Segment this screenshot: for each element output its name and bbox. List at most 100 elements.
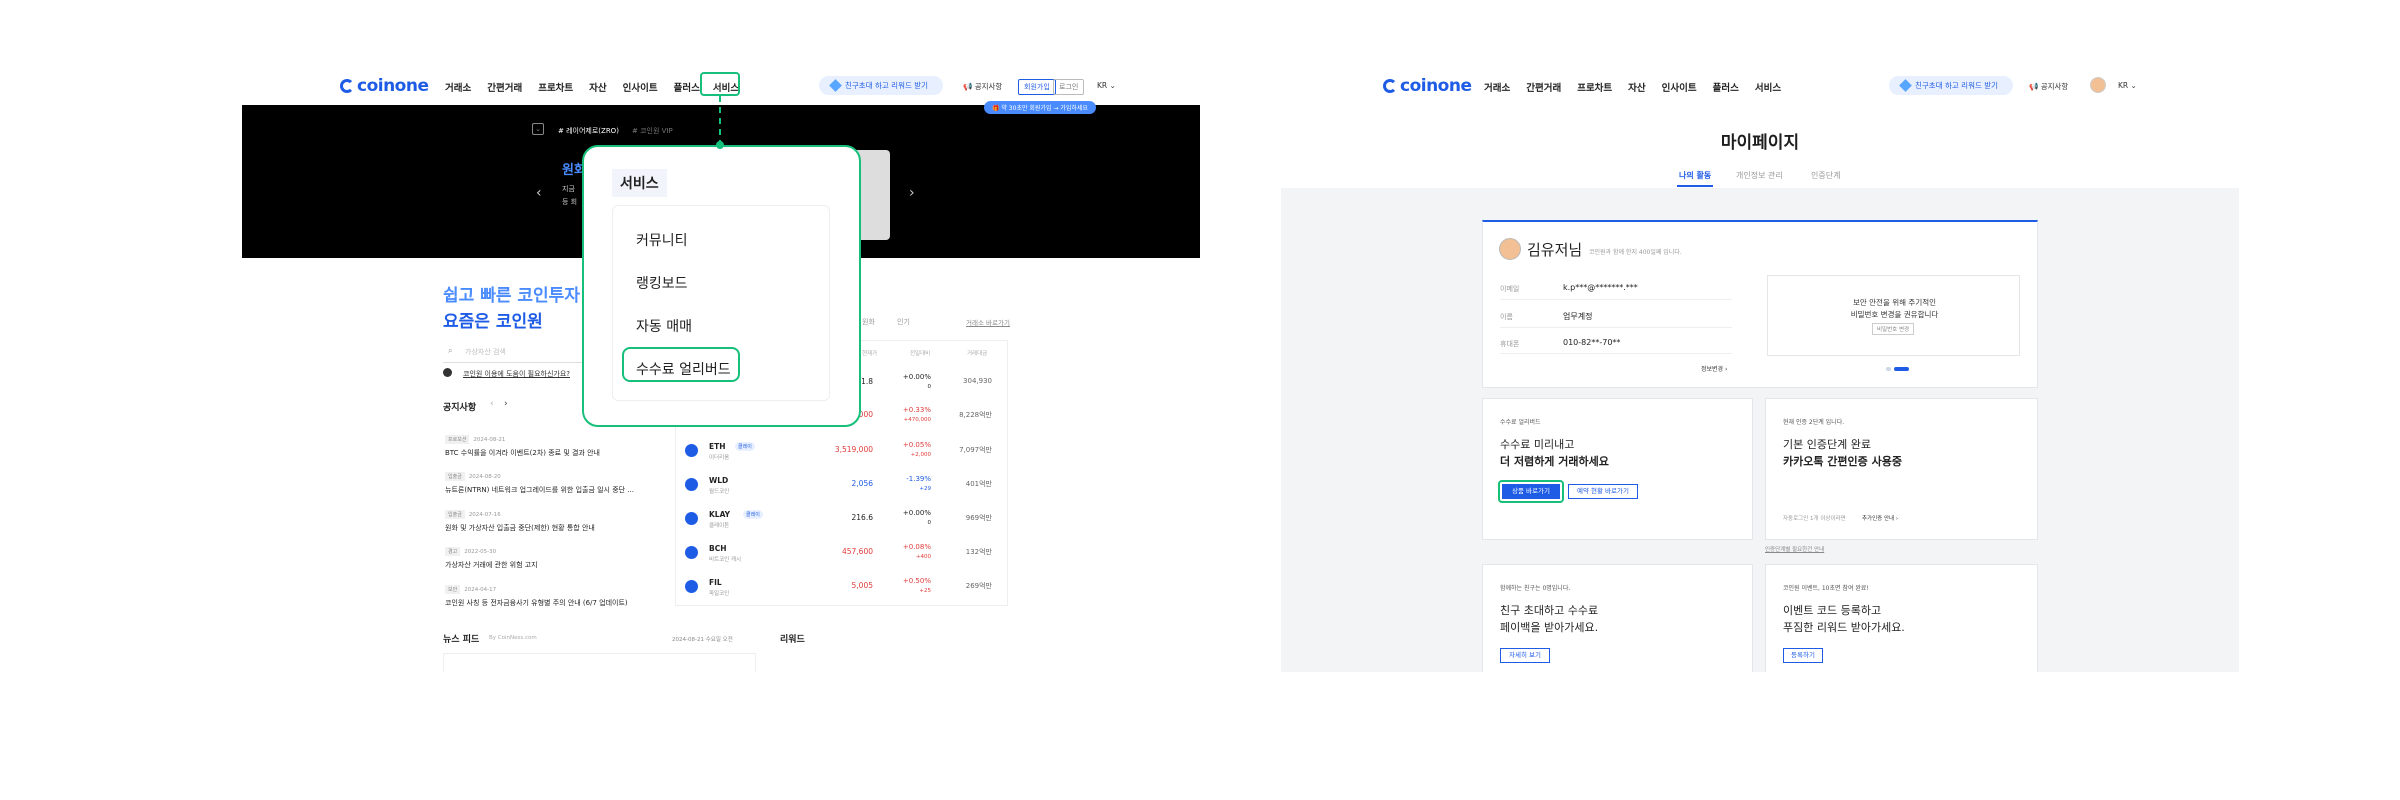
nav-exchange[interactable]: 거래소 [1484, 80, 1510, 94]
banner-collapse-icon[interactable]: ⌄ [532, 123, 544, 135]
login-button[interactable]: 로그인 [1053, 79, 1085, 95]
nav-easy-trade[interactable]: 간편거래 [1526, 80, 1561, 94]
nav-assets[interactable]: 자산 [1628, 80, 1645, 94]
news-feed-box [443, 653, 756, 672]
coin-row[interactable]: WLD 월드코인 2,056 -1.39% +29 401억만 [675, 469, 1008, 501]
nav-service[interactable]: 서비스 [1755, 80, 1781, 94]
invite-pill[interactable]: 친구초대 하고 리워드 받기 [1889, 76, 2013, 95]
carousel-dot-active[interactable] [1894, 367, 1909, 371]
event-card-line-1: 이벤트 코드 등록하고 [1783, 604, 1882, 617]
edit-info-link[interactable]: 정보변경 › [1701, 364, 1727, 373]
search-input[interactable]: ⌕ 가상자산 검색 [443, 341, 593, 363]
tab-auth-level[interactable]: 인증단계 [1811, 170, 1840, 181]
hero-line-2: 요즘은 코인원 [443, 312, 543, 332]
coin-name: 클레이튼 [709, 523, 730, 529]
coin-icon [685, 478, 698, 491]
service-dropdown: 서비스 커뮤니티 랭킹보드 자동 매매 수수료 얼리버드 [582, 145, 861, 427]
user-avatar-large [1499, 238, 1521, 260]
notice-date: 2024-04-17 [464, 587, 497, 593]
exchange-link[interactable]: 거래소 바로가기 [966, 317, 1010, 327]
notice-row[interactable]: 입출금 2024-08-20 뉴트론(NTRN) 네트워크 업그레이드를 위한 입출… [445, 463, 634, 495]
auth-guide-link[interactable]: 추가인증 안내 › [1862, 514, 1898, 522]
menu-item-auto-trade[interactable]: 자동 매매 [636, 316, 692, 336]
main-nav: 거래소 간편거래 프로차트 자산 인사이트 플러스 서비스 [445, 80, 739, 94]
coin-change: +0.50% [902, 577, 931, 585]
coin-volume: 969억만 [965, 514, 992, 522]
coin-name: 파일코인 [709, 591, 730, 597]
invite-pill[interactable]: 친구초대 하고 리워드 받기 [819, 76, 943, 95]
nav-pro-chart[interactable]: 프로차트 [538, 80, 573, 94]
col-volume: 거래대금 [967, 351, 988, 357]
carousel-dot[interactable] [1886, 367, 1891, 371]
coin-change: +0.00% [902, 509, 931, 517]
market-tab-krw[interactable]: 원화 [862, 317, 875, 327]
news-date: 2024-08-21 수요일 오전 [672, 637, 733, 643]
notice-next-icon[interactable]: › [504, 399, 508, 409]
market-tab-popular[interactable]: 인기 [897, 317, 910, 327]
nav-assets[interactable]: 자산 [589, 80, 606, 94]
user-since: 코인원과 함께 한지 400일째 입니다. [1589, 249, 1682, 256]
language-select[interactable]: KR ⌄ [1097, 81, 1116, 90]
product-shortcut-button[interactable]: 상품 바로가기 [1502, 484, 1560, 499]
nav-insight[interactable]: 인사이트 [1662, 80, 1697, 94]
notice-row[interactable]: 경고 2022-05-30 가상자산 거래에 관한 위험 고지 [445, 538, 538, 570]
search-icon: ⌕ [448, 346, 453, 355]
page-title: 마이페이지 [1720, 133, 1800, 153]
invite-pill-label: 친구초대 하고 리워드 받기 [845, 81, 929, 90]
banner-next-icon[interactable]: › [909, 185, 915, 201]
banner-prev-icon[interactable]: ‹ [536, 185, 542, 201]
coin-row[interactable]: BCH 비트코인 캐시 457,600 +0.08% +400 132억만 [675, 537, 1008, 569]
change-password-button[interactable]: 비밀번호 변경 [1872, 323, 1915, 335]
coin-icon [685, 580, 698, 593]
coin-icon [685, 512, 698, 525]
notice-row[interactable]: 입출금 2024-07-16 원화 및 가상자산 입출금 중단(제한) 현황 통합 … [445, 501, 595, 533]
notice-row[interactable]: 프로모션 2024-08-21 BTC 수익률을 이겨라 이벤트(2차) 종료 및 … [445, 426, 600, 458]
nav-exchange[interactable]: 거래소 [445, 80, 471, 94]
coin-row[interactable]: ETH 이더리움 클레이 3,519,000 +0.05% +2,000 7,097억만 [675, 435, 1008, 467]
nav-plus[interactable]: 플러스 [674, 80, 700, 94]
coin-badge: 클레이 [735, 442, 755, 451]
coin-row[interactable]: KLAY 클레이튼 클레이 216.6 +0.00% 0 969억만 [675, 503, 1008, 535]
notice-label: 공지사항 [2040, 82, 2069, 91]
coinone-logo[interactable]: coinone [1383, 76, 1472, 96]
divider [1500, 327, 1732, 328]
coin-row[interactable]: FIL 파일코인 5,005 +0.50% +25 269억만 [675, 571, 1008, 603]
coin-change: +0.33% [902, 406, 931, 414]
friend-detail-button[interactable]: 자세히 보기 [1500, 648, 1550, 663]
user-avatar[interactable] [2090, 77, 2106, 93]
notice-link[interactable]: 📢 공지사항 [2029, 81, 2068, 92]
notice-link[interactable]: 📢 공지사항 [963, 81, 1002, 92]
menu-item-ranking[interactable]: 랭킹보드 [636, 273, 688, 293]
register-code-button[interactable]: 등록하기 [1783, 648, 1823, 663]
nav-easy-trade[interactable]: 간편거래 [487, 80, 522, 94]
nav-insight[interactable]: 인사이트 [623, 80, 658, 94]
auth-card-line-1: 기본 인증단계 완료 [1783, 438, 1871, 451]
divider [1500, 353, 1732, 354]
banner-tab-vip[interactable]: # 코인원 VIP [632, 126, 673, 136]
signup-button[interactable]: 회원가입 [1018, 79, 1056, 95]
banner-tab-zro[interactable]: # 레이어제로(ZRO) [558, 126, 619, 136]
main-nav: 거래소 간편거래 프로차트 자산 인사이트 플러스 서비스 [1484, 80, 1781, 94]
phone-label: 휴대폰 [1500, 340, 1520, 348]
notice-prev-icon[interactable]: ‹ [490, 399, 494, 409]
coin-name: 이더리움 [709, 455, 730, 461]
diamond-icon [1899, 79, 1912, 92]
tab-my-activity[interactable]: 나의 활동 [1679, 170, 1711, 181]
notice-title: 코인원 사칭 등 전자금융사기 유형별 주의 안내 (6/7 업데이트) [445, 599, 628, 607]
coin-change: +0.08% [902, 543, 931, 551]
nav-pro-chart[interactable]: 프로차트 [1577, 80, 1612, 94]
language-select[interactable]: KR ⌄ [2118, 81, 2137, 90]
auth-requirements-link[interactable]: 인증단계별 필요한건 안내 [1765, 545, 1824, 553]
nav-plus[interactable]: 플러스 [1713, 80, 1739, 94]
help-link[interactable]: 코인원 이용에 도움이 필요하신가요? [463, 369, 570, 379]
event-card-small: 코인원 이벤트, 10초면 참여 완료! [1783, 585, 1869, 592]
logo-mark-icon [1383, 79, 1397, 93]
reservation-status-button[interactable]: 예약 현황 바로가기 [1568, 484, 1638, 499]
notice-date: 2022-05-30 [464, 549, 497, 555]
email-value: k.p***@*******.*** [1563, 283, 1638, 292]
coin-symbol: WLD [709, 476, 729, 485]
notice-row[interactable]: 보안 2024-04-17 코인원 사칭 등 전자금융사기 유형별 주의 안내 (6… [445, 576, 628, 608]
coinone-logo[interactable]: coinone [340, 76, 429, 96]
tab-personal-info[interactable]: 개인정보 관리 [1736, 170, 1783, 181]
menu-item-community[interactable]: 커뮤니티 [636, 230, 688, 250]
